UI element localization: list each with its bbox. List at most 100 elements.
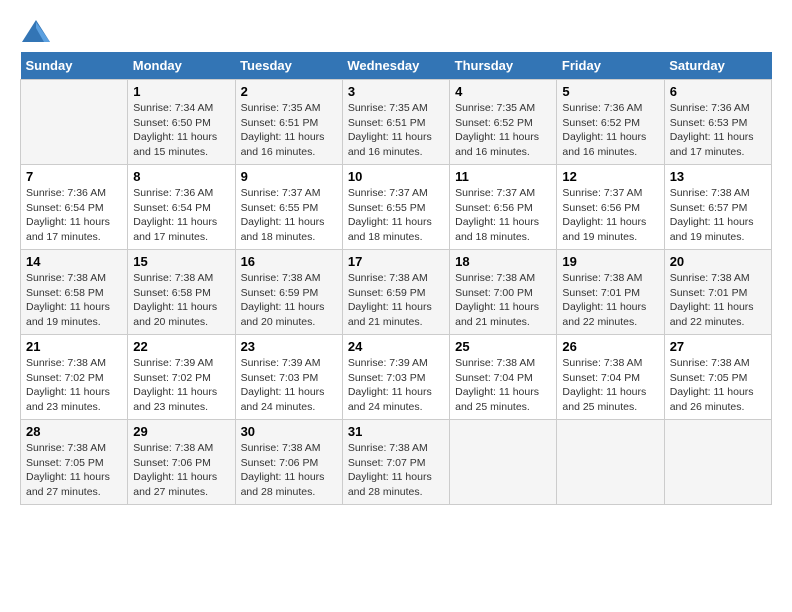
day-info: Sunrise: 7:37 AMSunset: 6:56 PMDaylight:…: [455, 186, 551, 245]
day-number: 31: [348, 424, 444, 439]
calendar-cell: 11 Sunrise: 7:37 AMSunset: 6:56 PMDayligh…: [450, 165, 557, 250]
day-header-sunday: Sunday: [21, 52, 128, 80]
day-info: Sunrise: 7:39 AMSunset: 7:03 PMDaylight:…: [348, 356, 444, 415]
day-info: Sunrise: 7:38 AMSunset: 7:07 PMDaylight:…: [348, 441, 444, 500]
day-info: Sunrise: 7:36 AMSunset: 6:53 PMDaylight:…: [670, 101, 766, 160]
day-header-tuesday: Tuesday: [235, 52, 342, 80]
day-number: 12: [562, 169, 658, 184]
day-number: 9: [241, 169, 337, 184]
calendar-cell: 20 Sunrise: 7:38 AMSunset: 7:01 PMDayligh…: [664, 250, 771, 335]
logo: [20, 20, 50, 42]
day-info: Sunrise: 7:37 AMSunset: 6:55 PMDaylight:…: [241, 186, 337, 245]
day-number: 15: [133, 254, 229, 269]
calendar-cell: 13Sunrise: 7:38 AMSunset: 6:57 PMDayligh…: [664, 165, 771, 250]
day-number: 19: [562, 254, 658, 269]
day-number: 18: [455, 254, 551, 269]
day-number: 25: [455, 339, 551, 354]
day-info: Sunrise: 7:38 AMSunset: 7:04 PMDaylight:…: [562, 356, 658, 415]
day-number: 27: [670, 339, 766, 354]
day-header-friday: Friday: [557, 52, 664, 80]
day-info: Sunrise: 7:38 AMSunset: 7:04 PMDaylight:…: [455, 356, 551, 415]
calendar-cell: 9 Sunrise: 7:37 AMSunset: 6:55 PMDaylight…: [235, 165, 342, 250]
day-info: Sunrise: 7:38 AMSunset: 7:05 PMDaylight:…: [670, 356, 766, 415]
day-number: 20: [670, 254, 766, 269]
day-info: Sunrise: 7:35 AMSunset: 6:52 PMDaylight:…: [455, 101, 551, 160]
calendar-cell: 1 Sunrise: 7:34 AMSunset: 6:50 PMDaylight…: [128, 80, 235, 165]
calendar-cell: 24Sunrise: 7:39 AMSunset: 7:03 PMDayligh…: [342, 335, 449, 420]
day-info: Sunrise: 7:39 AMSunset: 7:02 PMDaylight:…: [133, 356, 229, 415]
calendar-cell: 27 Sunrise: 7:38 AMSunset: 7:05 PMDayligh…: [664, 335, 771, 420]
day-header-wednesday: Wednesday: [342, 52, 449, 80]
day-number: 2: [241, 84, 337, 99]
calendar-cell: 31 Sunrise: 7:38 AMSunset: 7:07 PMDayligh…: [342, 420, 449, 505]
day-number: 8: [133, 169, 229, 184]
calendar-cell: 6 Sunrise: 7:36 AMSunset: 6:53 PMDaylight…: [664, 80, 771, 165]
calendar-cell: 21Sunrise: 7:38 AMSunset: 7:02 PMDayligh…: [21, 335, 128, 420]
day-info: Sunrise: 7:38 AMSunset: 6:59 PMDaylight:…: [241, 271, 337, 330]
day-info: Sunrise: 7:38 AMSunset: 7:06 PMDaylight:…: [133, 441, 229, 500]
day-number: 7: [26, 169, 122, 184]
logo-icon: [22, 20, 50, 42]
day-info: Sunrise: 7:38 AMSunset: 7:06 PMDaylight:…: [241, 441, 337, 500]
calendar-week-row: 21Sunrise: 7:38 AMSunset: 7:02 PMDayligh…: [21, 335, 772, 420]
day-info: Sunrise: 7:34 AMSunset: 6:50 PMDaylight:…: [133, 101, 229, 160]
day-info: Sunrise: 7:35 AMSunset: 6:51 PMDaylight:…: [348, 101, 444, 160]
day-number: 13: [670, 169, 766, 184]
day-number: 11: [455, 169, 551, 184]
calendar-cell: [557, 420, 664, 505]
calendar-cell: 14 Sunrise: 7:38 AMSunset: 6:58 PMDayligh…: [21, 250, 128, 335]
day-info: Sunrise: 7:38 AMSunset: 6:59 PMDaylight:…: [348, 271, 444, 330]
day-number: 4: [455, 84, 551, 99]
calendar-cell: 3Sunrise: 7:35 AMSunset: 6:51 PMDaylight…: [342, 80, 449, 165]
day-info: Sunrise: 7:38 AMSunset: 7:01 PMDaylight:…: [562, 271, 658, 330]
calendar-cell: 25 Sunrise: 7:38 AMSunset: 7:04 PMDayligh…: [450, 335, 557, 420]
day-info: Sunrise: 7:38 AMSunset: 7:02 PMDaylight:…: [26, 356, 122, 415]
day-number: 16: [241, 254, 337, 269]
calendar-cell: 12 Sunrise: 7:37 AMSunset: 6:56 PMDayligh…: [557, 165, 664, 250]
day-info: Sunrise: 7:38 AMSunset: 7:05 PMDaylight:…: [26, 441, 122, 500]
calendar-cell: 16 Sunrise: 7:38 AMSunset: 6:59 PMDayligh…: [235, 250, 342, 335]
calendar-cell: 18Sunrise: 7:38 AMSunset: 7:00 PMDayligh…: [450, 250, 557, 335]
day-info: Sunrise: 7:38 AMSunset: 6:58 PMDaylight:…: [26, 271, 122, 330]
day-info: Sunrise: 7:36 AMSunset: 6:54 PMDaylight:…: [133, 186, 229, 245]
calendar-week-row: 7 Sunrise: 7:36 AMSunset: 6:54 PMDaylight…: [21, 165, 772, 250]
calendar-table: SundayMondayTuesdayWednesdayThursdayFrid…: [20, 52, 772, 505]
day-number: 30: [241, 424, 337, 439]
calendar-week-row: 28 Sunrise: 7:38 AMSunset: 7:05 PMDayligh…: [21, 420, 772, 505]
calendar-cell: 26 Sunrise: 7:38 AMSunset: 7:04 PMDayligh…: [557, 335, 664, 420]
day-number: 17: [348, 254, 444, 269]
calendar-cell: 17 Sunrise: 7:38 AMSunset: 6:59 PMDayligh…: [342, 250, 449, 335]
day-info: Sunrise: 7:35 AMSunset: 6:51 PMDaylight:…: [241, 101, 337, 160]
calendar-cell: [664, 420, 771, 505]
calendar-cell: 4 Sunrise: 7:35 AMSunset: 6:52 PMDaylight…: [450, 80, 557, 165]
calendar-cell: 2 Sunrise: 7:35 AMSunset: 6:51 PMDaylight…: [235, 80, 342, 165]
calendar-cell: 8 Sunrise: 7:36 AMSunset: 6:54 PMDaylight…: [128, 165, 235, 250]
calendar-cell: 19 Sunrise: 7:38 AMSunset: 7:01 PMDayligh…: [557, 250, 664, 335]
day-header-saturday: Saturday: [664, 52, 771, 80]
day-info: Sunrise: 7:38 AMSunset: 7:01 PMDaylight:…: [670, 271, 766, 330]
calendar-cell: 30 Sunrise: 7:38 AMSunset: 7:06 PMDayligh…: [235, 420, 342, 505]
day-number: 14: [26, 254, 122, 269]
day-number: 22: [133, 339, 229, 354]
day-info: Sunrise: 7:37 AMSunset: 6:56 PMDaylight:…: [562, 186, 658, 245]
day-header-monday: Monday: [128, 52, 235, 80]
calendar-cell: 15 Sunrise: 7:38 AMSunset: 6:58 PMDayligh…: [128, 250, 235, 335]
day-number: 26: [562, 339, 658, 354]
calendar-cell: [450, 420, 557, 505]
calendar-cell: 29 Sunrise: 7:38 AMSunset: 7:06 PMDayligh…: [128, 420, 235, 505]
calendar-cell: 10Sunrise: 7:37 AMSunset: 6:55 PMDayligh…: [342, 165, 449, 250]
day-number: 10: [348, 169, 444, 184]
page-header: [20, 20, 772, 42]
day-header-thursday: Thursday: [450, 52, 557, 80]
day-number: 29: [133, 424, 229, 439]
day-number: 28: [26, 424, 122, 439]
day-number: 6: [670, 84, 766, 99]
calendar-cell: 28 Sunrise: 7:38 AMSunset: 7:05 PMDayligh…: [21, 420, 128, 505]
day-number: 1: [133, 84, 229, 99]
day-number: 5: [562, 84, 658, 99]
calendar-week-row: 14 Sunrise: 7:38 AMSunset: 6:58 PMDayligh…: [21, 250, 772, 335]
calendar-cell: 5 Sunrise: 7:36 AMSunset: 6:52 PMDaylight…: [557, 80, 664, 165]
day-info: Sunrise: 7:36 AMSunset: 6:52 PMDaylight:…: [562, 101, 658, 160]
day-info: Sunrise: 7:38 AMSunset: 6:58 PMDaylight:…: [133, 271, 229, 330]
day-info: Sunrise: 7:36 AMSunset: 6:54 PMDaylight:…: [26, 186, 122, 245]
